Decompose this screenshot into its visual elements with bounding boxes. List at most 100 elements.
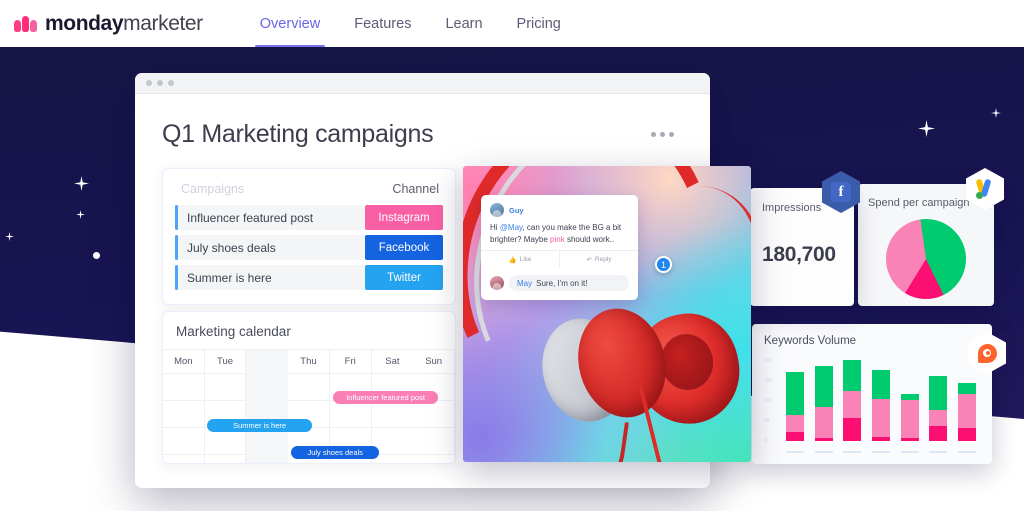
keywords-y-tick: 0: [764, 438, 767, 444]
headphone-cord-lower: [557, 414, 629, 462]
channel-badge[interactable]: Twitter: [365, 265, 443, 290]
calendar-day-header: Fri: [330, 350, 372, 373]
window-title-bar: [135, 73, 710, 94]
keywords-bar[interactable]: [871, 369, 890, 441]
keywords-bar-segment: [871, 399, 890, 438]
nav-link-features[interactable]: Features: [337, 0, 428, 47]
like-button[interactable]: 👍 Like: [481, 251, 559, 268]
calendar-cell[interactable]: [204, 454, 247, 463]
notification-badge[interactable]: 1: [655, 256, 672, 273]
brand-logo[interactable]: mondaymarketer: [14, 12, 203, 36]
decorative-star-icon: [918, 120, 935, 137]
reply-bubble[interactable]: May Sure, I'm on it!: [509, 275, 629, 291]
calendar-day-header: Wed: [246, 350, 289, 373]
calendar-event[interactable]: Influencer featured post: [333, 391, 439, 404]
keywords-bar-segment: [900, 437, 919, 441]
nav-link-pricing[interactable]: Pricing: [500, 0, 578, 47]
calendar-cell[interactable]: [163, 400, 205, 427]
window-dot-minimize[interactable]: [157, 80, 163, 86]
decorative-star-icon: [76, 210, 85, 219]
keywords-x-tick: [957, 450, 976, 453]
keywords-bar[interactable]: [900, 393, 919, 441]
calendar-cell[interactable]: [371, 400, 414, 427]
comment-author-name: Guy: [509, 205, 524, 215]
comment-card: Guy Hi @May, can you make the BG a bit b…: [481, 195, 638, 300]
keywords-bar-segment: [957, 428, 976, 441]
reply-arrow-icon: ↶: [586, 256, 592, 264]
reply-text: Sure, I'm on it!: [536, 278, 588, 288]
channel-badge[interactable]: Instagram: [365, 205, 443, 230]
calendar-cell[interactable]: [163, 373, 205, 400]
comment-text-suffix: should work..: [564, 235, 615, 244]
campaigns-table-header: Campaigns Channel: [175, 180, 443, 205]
brand-logo-text: mondaymarketer: [45, 12, 203, 36]
keywords-x-tick: [929, 450, 948, 453]
keywords-bar-segment: [871, 437, 890, 441]
calendar-grid: Mon Tue Wed Thu Fri Sat Sun Influencer featured…: [163, 349, 455, 463]
nav-link-learn[interactable]: Learn: [428, 0, 499, 47]
decorative-dot-icon: [93, 252, 100, 259]
keywords-x-tick: [871, 450, 890, 453]
decorative-star-icon: [991, 108, 1001, 118]
keywords-x-tick: [843, 450, 862, 453]
brand-name-light: marketer: [123, 11, 203, 35]
brand-name-bold: monday: [45, 11, 124, 35]
calendar-cell[interactable]: [246, 454, 289, 463]
comment-text-prefix: Hi: [490, 223, 500, 232]
keywords-y-tick: 150: [764, 378, 773, 384]
more-horizontal-icon[interactable]: [645, 126, 680, 143]
window-dot-maximize[interactable]: [168, 80, 174, 86]
campaign-row[interactable]: July shoes deals Facebook: [175, 235, 443, 260]
calendar-cell[interactable]: [163, 427, 205, 454]
comment-mention[interactable]: @May: [500, 223, 523, 232]
calendar-event[interactable]: July shoes deals: [291, 446, 380, 460]
keywords-bar-segment: [900, 399, 919, 438]
calendar-cell[interactable]: [413, 427, 455, 454]
calendar-cell[interactable]: [329, 400, 372, 427]
page-title: Q1 Marketing campaigns: [162, 120, 434, 148]
calendar-cell[interactable]: [204, 373, 247, 400]
campaign-row[interactable]: Summer is here Twitter: [175, 265, 443, 290]
keywords-bar[interactable]: [929, 376, 948, 441]
calendar-cell[interactable]: [163, 454, 205, 463]
keywords-bar-chart: 0 50 100 150 200: [764, 355, 980, 459]
calendar-cell[interactable]: [246, 373, 289, 400]
keywords-bar-segment: [786, 432, 804, 441]
campaign-name: Influencer featured post: [178, 205, 365, 230]
decorative-star-icon: [74, 176, 89, 191]
keywords-x-axis: [786, 450, 976, 453]
keywords-bar-segment: [929, 409, 948, 426]
keywords-bar-segment: [814, 437, 833, 441]
comment-text: Hi @May, can you make the BG a bit brigh…: [490, 217, 629, 246]
calendar-cell[interactable]: [413, 454, 455, 463]
keywords-bar[interactable]: [814, 365, 833, 441]
calendar-event[interactable]: Summer is here: [207, 418, 313, 432]
top-navigation-bar: mondaymarketer Overview Features Learn P…: [0, 0, 1024, 47]
keywords-bar[interactable]: [786, 372, 804, 441]
campaign-creative-image[interactable]: Guy Hi @May, can you make the BG a bit b…: [463, 166, 751, 462]
keywords-bar-segment: [957, 394, 976, 429]
channel-badge[interactable]: Facebook: [365, 235, 443, 260]
primary-nav-links: Overview Features Learn Pricing: [243, 0, 578, 47]
calendar-cell[interactable]: [288, 373, 330, 400]
calendar-cell[interactable]: [413, 400, 455, 427]
calendar-day-header: Tue: [205, 350, 247, 373]
like-label: Like: [519, 256, 532, 263]
impressions-value: 180,700: [762, 243, 836, 266]
reply-author-name: May: [517, 278, 533, 288]
calendar-day-header: Mon: [163, 350, 205, 373]
decorative-star-icon: [5, 232, 14, 241]
keywords-y-tick: 200: [764, 358, 773, 364]
reply-label: Reply: [594, 256, 612, 263]
keywords-bar-segment: [786, 415, 804, 433]
keywords-bar[interactable]: [843, 360, 862, 441]
campaign-row[interactable]: Influencer featured post Instagram: [175, 205, 443, 230]
keywords-bar[interactable]: [957, 383, 976, 441]
reply-button[interactable]: ↶ Reply: [559, 251, 638, 268]
keywords-bar-segment: [871, 369, 890, 400]
nav-link-overview[interactable]: Overview: [243, 0, 337, 47]
window-dot-close[interactable]: [146, 80, 152, 86]
keywords-bar-segment: [843, 417, 862, 441]
keywords-y-tick: 50: [764, 418, 770, 424]
keywords-title: Keywords Volume: [764, 335, 857, 347]
